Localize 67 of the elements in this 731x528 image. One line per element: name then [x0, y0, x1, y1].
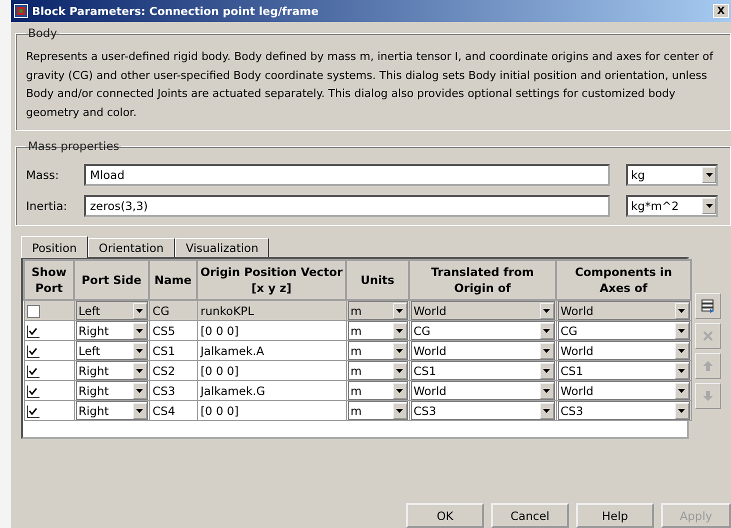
port-side-dropdown[interactable]: Left: [76, 301, 148, 320]
close-button[interactable]: X: [713, 4, 729, 18]
table-cell-text: CS4: [152, 404, 176, 418]
add-row-button[interactable]: [695, 293, 721, 319]
axes-of-dropdown[interactable]: CS1: [558, 361, 690, 380]
units-dropdown[interactable]: m: [348, 341, 408, 360]
dialog-button[interactable]: Help: [576, 503, 654, 528]
tab[interactable]: Visualization: [174, 238, 270, 257]
table-cell-text: runkoKPL: [200, 304, 254, 318]
units-dropdown[interactable]: m: [348, 401, 408, 420]
description-text: Represents a user-defined rigid body. Body defined by mass m, inertia tensor I, and coordinate origins and axes for center of gravity (CG) and other user-specified Body coordinate systems. This dialog sets Body initial position and orientation, unless Body and/or connected Joints are actuated separately. This dialog also provides optional settings for customized body geometry and color.: [26, 49, 714, 120]
column-header: Name: [149, 260, 197, 300]
tab[interactable]: Orientation: [88, 238, 175, 257]
table-cell-text: CG: [152, 304, 170, 318]
units-dropdown[interactable]: m: [348, 361, 408, 380]
column-header: Port Side: [74, 260, 149, 300]
checkbox[interactable]: [26, 304, 40, 318]
column-header: Show Port: [24, 260, 74, 300]
column-header: Translated from Origin of: [409, 260, 556, 300]
port-side-dropdown[interactable]: Right: [76, 401, 148, 420]
table-cell-text: CS1: [152, 344, 176, 358]
column-header: Components in Axes of: [556, 260, 691, 300]
field-label: Mass:: [26, 168, 60, 182]
translated-from-dropdown[interactable]: World: [410, 301, 554, 320]
table-cell-text: [0 0 0]: [200, 404, 239, 418]
field-label: Inertia:: [26, 199, 68, 213]
group-title: Mass properties: [27, 139, 120, 153]
table-cell: Jalkamek.A: [198, 344, 264, 358]
units-dropdown[interactable]: m: [348, 301, 408, 320]
table-cell-text: CS3: [152, 384, 176, 398]
translated-from-dropdown[interactable]: CS3: [410, 401, 554, 420]
table-cell: Jalkamek.G: [198, 384, 266, 398]
dialog-button[interactable]: Cancel: [491, 503, 569, 528]
units-dropdown[interactable]: m: [348, 321, 408, 340]
column-header: Units: [346, 260, 409, 300]
translated-from-dropdown[interactable]: CS1: [410, 361, 554, 380]
port-side-dropdown[interactable]: Right: [76, 361, 148, 380]
up-arrow-icon: [702, 360, 714, 372]
port-side-dropdown[interactable]: Right: [76, 381, 148, 400]
table-cell-text: CS5: [152, 324, 176, 338]
group-title: Body: [27, 26, 58, 40]
table-cell-text: CS2: [152, 364, 176, 378]
unit-dropdown[interactable]: kg: [626, 164, 718, 186]
window-title: Block Parameters: Connection point leg/frame: [32, 4, 320, 18]
dialog-button[interactable]: OK: [406, 503, 484, 528]
table-cell-text: [0 0 0]: [200, 364, 239, 378]
axes-of-dropdown[interactable]: World: [558, 341, 690, 360]
input-field[interactable]: Mload: [84, 164, 610, 186]
input-field[interactable]: zeros(3,3): [84, 195, 610, 217]
axes-of-dropdown[interactable]: World: [558, 301, 690, 320]
axes-of-dropdown[interactable]: CS3: [558, 401, 690, 420]
block-icon: [14, 4, 28, 18]
translated-from-dropdown[interactable]: World: [410, 381, 554, 400]
add-row-icon: [701, 299, 715, 313]
units-dropdown[interactable]: m: [348, 381, 408, 400]
axes-of-dropdown[interactable]: World: [558, 381, 690, 400]
port-side-dropdown[interactable]: Right: [76, 321, 148, 340]
axes-of-dropdown[interactable]: CG: [558, 321, 690, 340]
translated-from-dropdown[interactable]: World: [410, 341, 554, 360]
table-cell-text: [0 0 0]: [200, 324, 239, 338]
tab[interactable]: Position: [21, 236, 88, 258]
translated-from-dropdown[interactable]: CG: [410, 321, 554, 340]
unit-dropdown[interactable]: kg*m^2: [626, 195, 718, 217]
delete-icon: [702, 330, 714, 342]
port-side-dropdown[interactable]: Left: [76, 341, 148, 360]
column-header: Origin Position Vector [x y z]: [197, 260, 346, 300]
down-arrow-icon: [702, 390, 714, 402]
